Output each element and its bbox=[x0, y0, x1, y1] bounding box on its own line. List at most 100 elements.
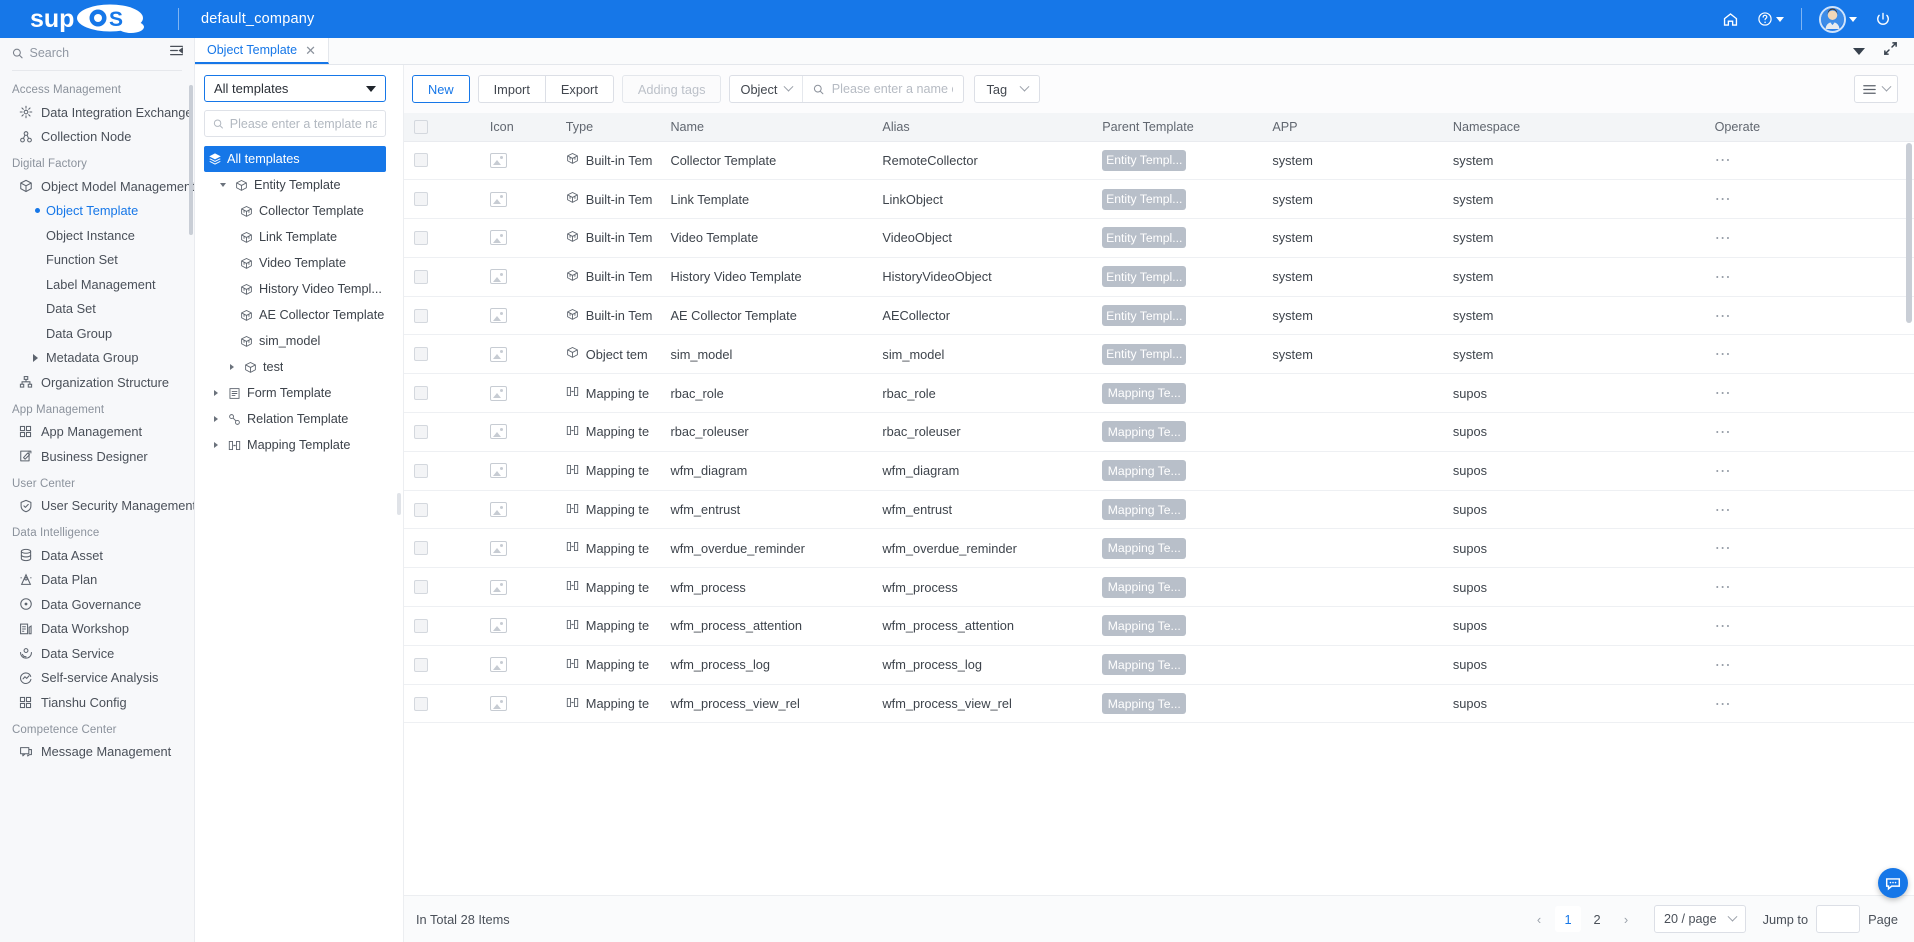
table-row[interactable]: Mapping te wfm_process wfm_process Mapping … bbox=[404, 567, 1914, 608]
table-row[interactable]: Built-in Tem Collector Template RemoteColl… bbox=[404, 141, 1914, 181]
name-search-input[interactable] bbox=[831, 82, 954, 96]
tree-node-entity-template[interactable]: Entity Template bbox=[204, 172, 386, 198]
row-more-actions-button[interactable]: ⋯ bbox=[1715, 657, 1733, 674]
tab-object-template[interactable]: Object Template ✕ bbox=[195, 38, 330, 64]
sidebar-item-user-security-management[interactable]: User Security Management bbox=[0, 494, 194, 519]
row-more-actions-button[interactable]: ⋯ bbox=[1715, 346, 1733, 363]
table-row[interactable]: Built-in Tem AE Collector Template AEColle… bbox=[404, 296, 1914, 336]
row-checkbox[interactable] bbox=[414, 424, 428, 439]
expander[interactable] bbox=[217, 183, 229, 187]
expander[interactable] bbox=[226, 364, 238, 370]
page-size-select[interactable]: 20 / page bbox=[1654, 905, 1746, 933]
prev-page-button[interactable]: ‹ bbox=[1526, 906, 1552, 932]
sidebar-item-data-group[interactable]: Data Group bbox=[0, 321, 194, 346]
jump-to-input[interactable] bbox=[1816, 905, 1861, 933]
expander[interactable] bbox=[210, 390, 222, 396]
table-row[interactable]: Mapping te wfm_overdue_reminder wfm_overdu… bbox=[404, 528, 1914, 569]
tree-node-all-templates[interactable]: All templates bbox=[204, 146, 386, 172]
row-checkbox[interactable] bbox=[414, 192, 428, 207]
row-checkbox[interactable] bbox=[414, 230, 428, 245]
row-more-actions-button[interactable]: ⋯ bbox=[1715, 424, 1733, 441]
tree-node-history-video-template[interactable]: History Video Templ... bbox=[204, 276, 386, 302]
expander[interactable] bbox=[210, 442, 222, 448]
sidebar-item-self-service-analysis[interactable]: Self-service Analysis bbox=[0, 666, 194, 691]
row-more-actions-button[interactable]: ⋯ bbox=[1715, 463, 1733, 480]
row-more-actions-button[interactable]: ⋯ bbox=[1715, 618, 1733, 635]
row-more-actions-button[interactable]: ⋯ bbox=[1715, 540, 1733, 557]
tree-node-form-template[interactable]: Form Template bbox=[204, 380, 386, 406]
next-page-button[interactable]: › bbox=[1613, 906, 1639, 932]
row-more-actions-button[interactable]: ⋯ bbox=[1715, 230, 1733, 247]
table-row[interactable]: Mapping te wfm_process_view_rel wfm_proces… bbox=[404, 684, 1914, 724]
row-more-actions-button[interactable]: ⋯ bbox=[1715, 269, 1733, 286]
page-button-2[interactable]: 2 bbox=[1584, 906, 1610, 932]
tree-node-video-template[interactable]: Video Template bbox=[204, 250, 386, 276]
tree-node-mapping-template[interactable]: Mapping Template bbox=[204, 432, 386, 458]
table-row[interactable]: Mapping te wfm_entrust wfm_entrust Mapping … bbox=[404, 490, 1914, 530]
row-checkbox[interactable] bbox=[414, 541, 428, 556]
row-checkbox[interactable] bbox=[414, 580, 428, 595]
row-more-actions-button[interactable]: ⋯ bbox=[1715, 308, 1733, 325]
import-button[interactable]: Import bbox=[477, 75, 546, 103]
row-more-actions-button[interactable]: ⋯ bbox=[1715, 152, 1733, 169]
sidebar-item-data-workshop[interactable]: Data Workshop bbox=[0, 617, 194, 642]
tag-filter-select[interactable]: Tag bbox=[974, 75, 1041, 103]
template-type-select[interactable]: All templates bbox=[204, 75, 386, 102]
table-row[interactable]: Mapping te rbac_roleuser rbac_roleuser Mapp… bbox=[404, 412, 1914, 452]
template-search-field[interactable] bbox=[204, 110, 386, 137]
sidebar-item-data-integration-exchange[interactable]: Data Integration Exchange bbox=[0, 100, 194, 125]
sidebar-item-function-set[interactable]: Function Set bbox=[0, 248, 194, 273]
expander[interactable] bbox=[210, 416, 222, 422]
row-more-actions-button[interactable]: ⋯ bbox=[1715, 579, 1733, 596]
object-type-select[interactable]: Object bbox=[730, 76, 804, 102]
help-assistant-button[interactable] bbox=[1878, 868, 1908, 898]
row-checkbox[interactable] bbox=[414, 308, 428, 323]
table-vertical-scrollbar[interactable] bbox=[1906, 143, 1912, 323]
sidebar-item-data-asset[interactable]: Data Asset bbox=[0, 543, 194, 568]
row-checkbox[interactable] bbox=[414, 153, 428, 168]
collapse-panel-icon[interactable] bbox=[169, 43, 184, 63]
table-row[interactable]: Mapping te wfm_process_log wfm_process_log… bbox=[404, 645, 1914, 685]
brand-logo[interactable]: sup S bbox=[0, 0, 178, 38]
row-checkbox[interactable] bbox=[414, 463, 428, 478]
search-field[interactable] bbox=[12, 46, 163, 60]
search-input[interactable] bbox=[29, 46, 163, 60]
sidebar-item-app-management[interactable]: App Management bbox=[0, 420, 194, 445]
row-more-actions-button[interactable]: ⋯ bbox=[1715, 502, 1733, 519]
sidebar-item-object-model-management[interactable]: Object Model Management bbox=[0, 174, 194, 199]
table-row[interactable]: Built-in Tem Video Template VideoObject Ent… bbox=[404, 218, 1914, 258]
avatar[interactable] bbox=[1810, 0, 1866, 38]
panel-splitter[interactable] bbox=[395, 65, 403, 942]
sidebar-item-metadata-group[interactable]: Metadata Group bbox=[0, 346, 194, 371]
sidebar-item-object-instance[interactable]: Object Instance bbox=[0, 223, 194, 248]
row-more-actions-button[interactable]: ⋯ bbox=[1715, 696, 1733, 713]
sidebar-item-object-template[interactable]: Object Template bbox=[0, 199, 194, 224]
row-checkbox[interactable] bbox=[414, 347, 428, 362]
tree-node-test[interactable]: test bbox=[204, 354, 386, 380]
sidebar-item-data-governance[interactable]: Data Governance bbox=[0, 592, 194, 617]
table-row[interactable]: Built-in Tem History Video Template Histor… bbox=[404, 257, 1914, 297]
adding-tags-button[interactable]: Adding tags bbox=[621, 75, 722, 103]
sidebar-item-data-set[interactable]: Data Set bbox=[0, 297, 194, 322]
row-more-actions-button[interactable]: ⋯ bbox=[1715, 385, 1733, 402]
export-button[interactable]: Export bbox=[544, 75, 614, 103]
sidebar-item-tianshu-config[interactable]: Tianshu Config bbox=[0, 690, 194, 715]
column-settings-button[interactable] bbox=[1854, 75, 1898, 103]
table-row[interactable]: Mapping te rbac_role rbac_role Mapping Te..… bbox=[404, 373, 1914, 414]
table-row[interactable]: Mapping te wfm_diagram wfm_diagram Mapping … bbox=[404, 451, 1914, 491]
tree-node-link-template[interactable]: Link Template bbox=[204, 224, 386, 250]
sidebar-item-label-management[interactable]: Label Management bbox=[0, 272, 194, 297]
row-checkbox[interactable] bbox=[414, 502, 428, 517]
tree-node-relation-template[interactable]: Relation Template bbox=[204, 406, 386, 432]
sidebar-item-data-service[interactable]: Data Service bbox=[0, 641, 194, 666]
row-checkbox[interactable] bbox=[414, 657, 428, 672]
sidebar-item-collection-node[interactable]: Collection Node bbox=[0, 125, 194, 150]
close-icon[interactable]: ✕ bbox=[305, 44, 316, 57]
row-checkbox[interactable] bbox=[414, 618, 428, 633]
sidebar-item-business-designer[interactable]: Business Designer bbox=[0, 444, 194, 469]
sidebar-item-data-plan[interactable]: Data Plan bbox=[0, 568, 194, 593]
template-search-input[interactable] bbox=[229, 116, 377, 131]
tree-node-collector-template[interactable]: Collector Template bbox=[204, 198, 386, 224]
row-checkbox[interactable] bbox=[414, 386, 428, 401]
sidebar-item-organization-structure[interactable]: Organization Structure bbox=[0, 370, 194, 395]
